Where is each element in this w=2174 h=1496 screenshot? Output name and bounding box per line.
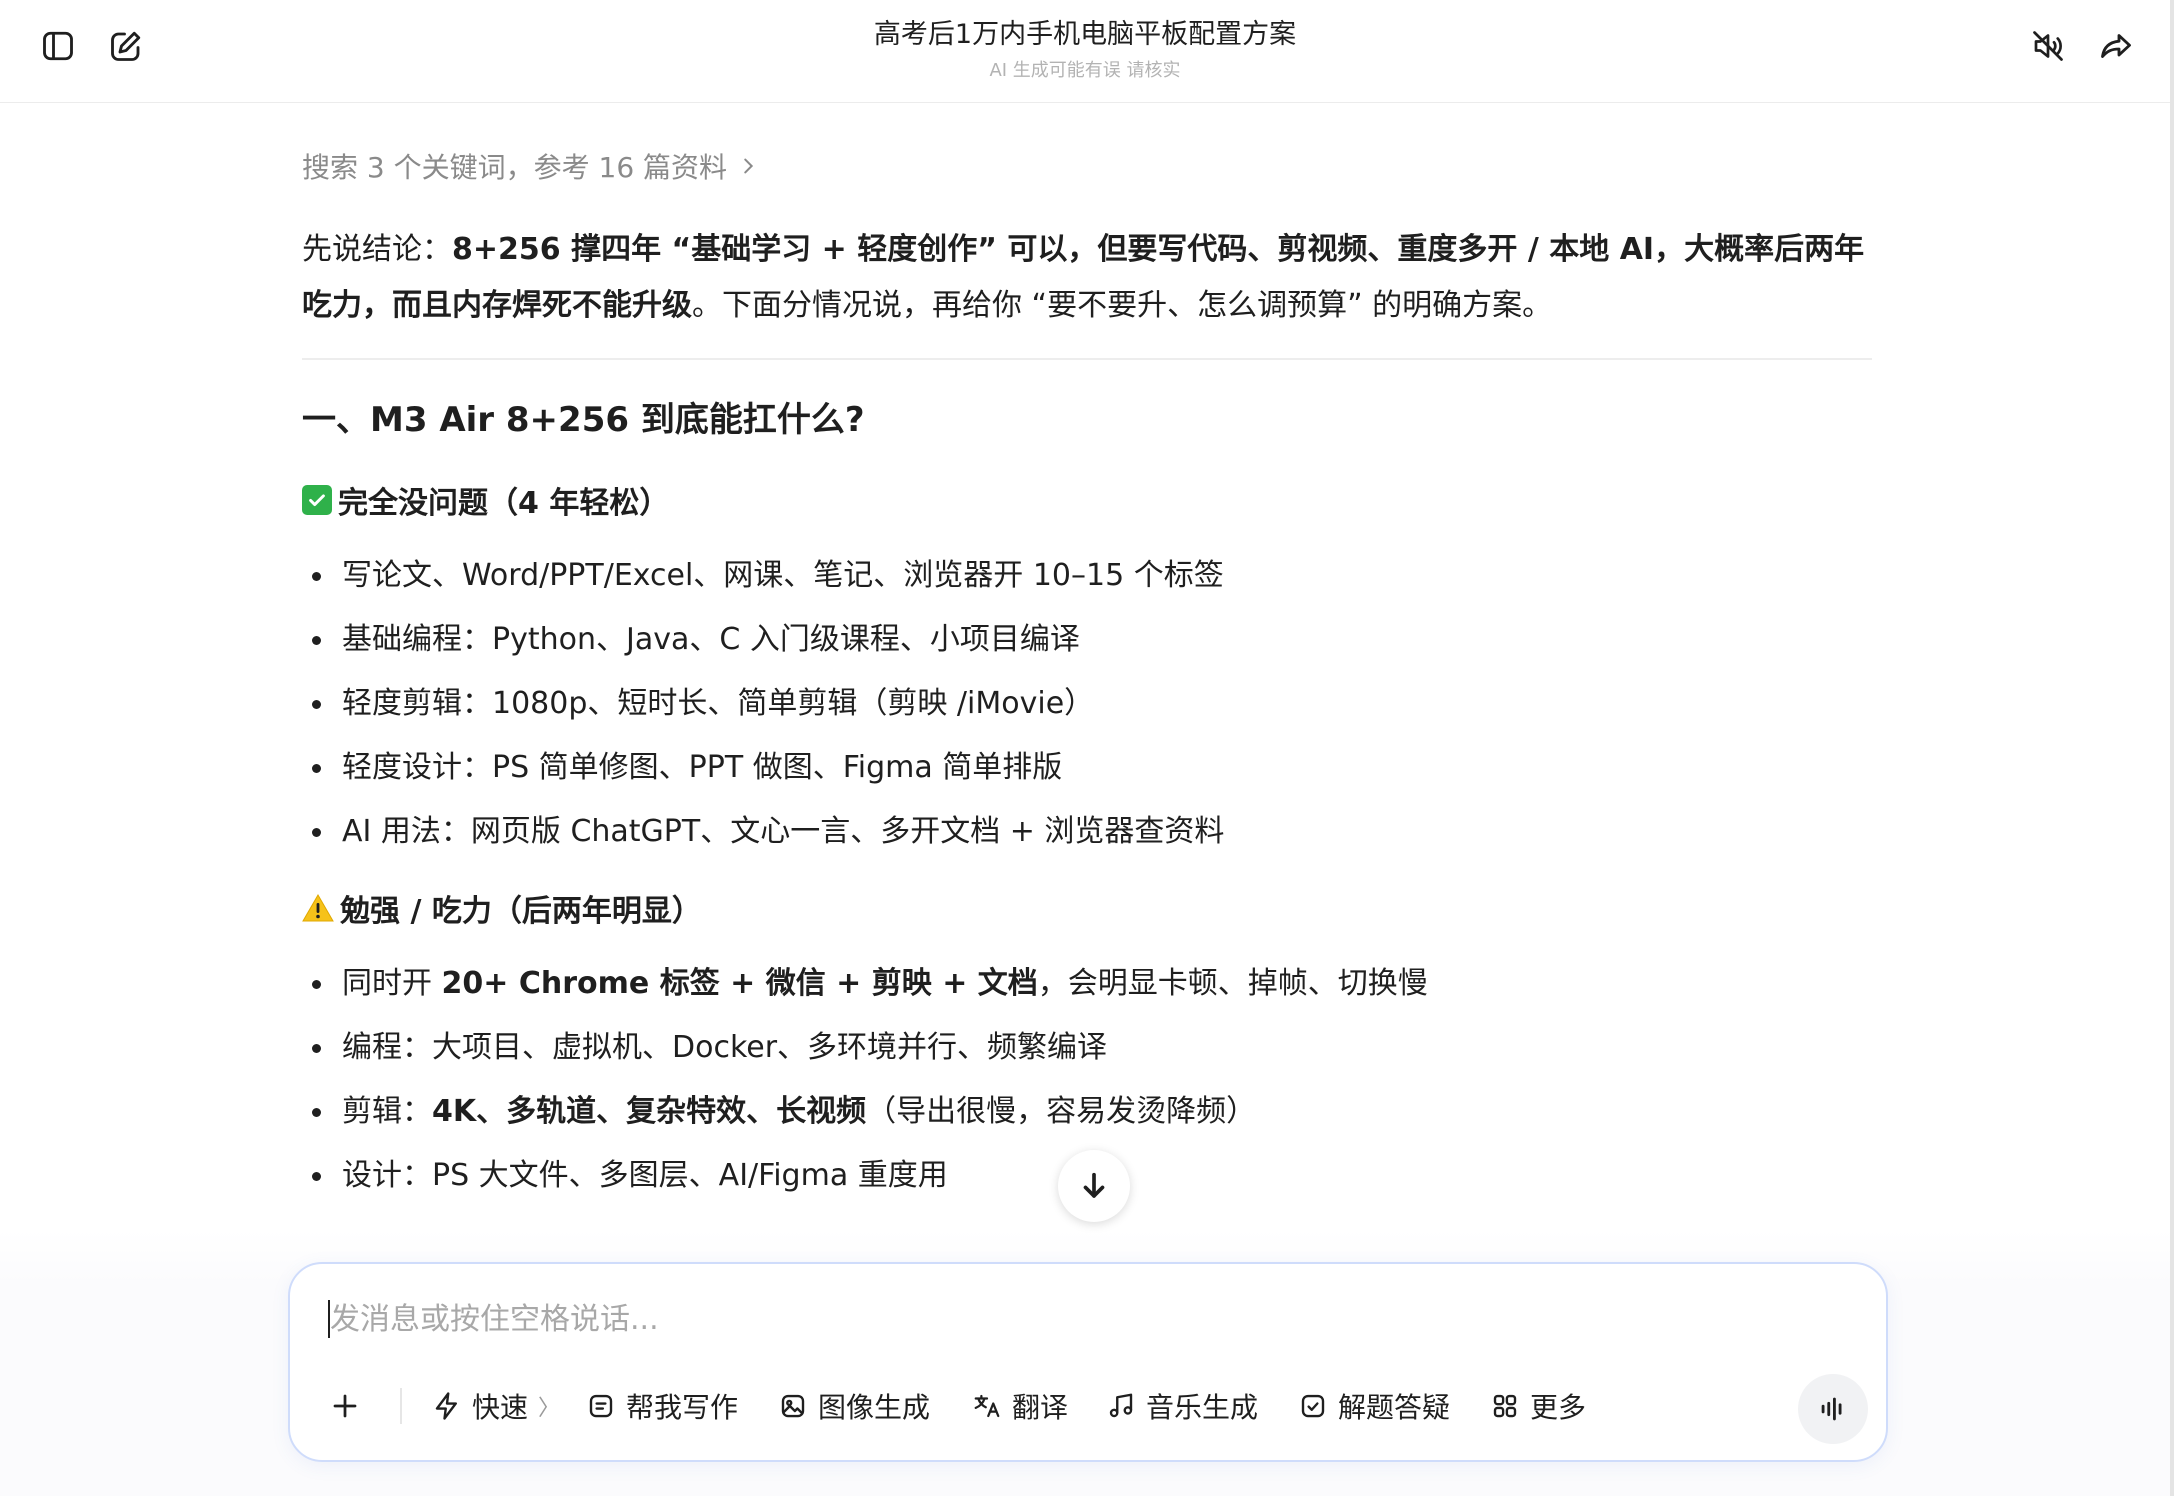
document-icon — [589, 1394, 613, 1418]
ok-group-title: 完全没问题（4 年轻松） — [338, 486, 670, 521]
share-button[interactable] — [2088, 18, 2144, 74]
ok-group-heading: 完全没问题（4 年轻松） — [302, 478, 1872, 522]
conclusion-suffix: 。下面分情况说，再给你 “要不要升、怎么调预算” 的明确方案。 — [692, 288, 1553, 323]
bottom-strip — [0, 1480, 2170, 1496]
translate-button[interactable]: 翻译 — [972, 1374, 1068, 1438]
speaker-muted-icon — [2033, 31, 2063, 61]
search-summary-link[interactable]: 搜索 3 个关键词，参考 16 篇资料 — [302, 146, 1872, 186]
add-attachment-button[interactable] — [330, 1374, 360, 1438]
message-input[interactable] — [328, 1294, 1832, 1344]
check-mark-icon — [302, 485, 332, 515]
divider — [302, 358, 1872, 360]
warn-group-heading: 勉强 / 吃力（后两年明显） — [302, 886, 1872, 930]
speed-mode-button[interactable]: 快速 〉 — [432, 1374, 560, 1438]
mute-button[interactable] — [2020, 18, 2076, 74]
ok-list: 写论文、Word/PPT/Excel、网课、笔记、浏览器开 10–15 个标签 … — [302, 544, 1872, 864]
list-item: 编程：大项目、虚拟机、Docker、多环境并行、频繁编译 — [302, 1016, 1872, 1080]
voice-wave-icon — [1821, 1397, 1842, 1421]
grid-icon — [1493, 1394, 1517, 1418]
share-icon — [2101, 34, 2131, 58]
list-item: 剪辑：4K、多轨道、复杂特效、长视频（导出很慢，容易发烫降频） — [302, 1080, 1872, 1144]
list-item: 轻度设计：PS 简单修图、PPT 做图、Figma 简单排版 — [302, 736, 1872, 800]
text-caret — [328, 1300, 330, 1338]
translate-icon — [974, 1394, 1000, 1418]
warn-group-title: 勉强 / 吃力（后两年明显） — [340, 894, 702, 929]
ai-disclaimer: AI 生成可能有误 请核实 — [989, 60, 1181, 81]
plus-icon — [333, 1394, 357, 1418]
music-generation-button[interactable]: 音乐生成 — [1106, 1374, 1258, 1438]
warning-icon — [302, 893, 334, 922]
image-icon — [781, 1394, 805, 1418]
arrow-down-icon — [1083, 1172, 1105, 1198]
lightning-icon — [435, 1392, 457, 1420]
toolbar-divider — [400, 1388, 402, 1424]
chevron-right-icon: 〉 — [538, 1396, 561, 1421]
music-note-icon — [1109, 1393, 1133, 1418]
conclusion-paragraph: 先说结论：8+256 撑四年 “基础学习 + 轻度创作” 可以，但要写代码、剪视… — [302, 222, 1872, 334]
image-generation-button[interactable]: 图像生成 — [778, 1374, 930, 1438]
list-item: 基础编程：Python、Java、C 入门级课程、小项目编译 — [302, 608, 1872, 672]
check-box-icon — [1301, 1394, 1325, 1418]
search-summary-text: 搜索 3 个关键词，参考 16 篇资料 — [302, 151, 728, 184]
assistant-message: 搜索 3 个关键词，参考 16 篇资料 先说结论：8+256 撑四年 “基础学习… — [302, 102, 1872, 1208]
conclusion-prefix: 先说结论： — [302, 232, 452, 267]
list-item: 同时开 20+ Chrome 标签 + 微信 + 剪映 + 文档，会明显卡顿、掉… — [302, 952, 1872, 1016]
chevron-right-icon — [744, 158, 754, 174]
list-item: AI 用法：网页版 ChatGPT、文心一言、多开文档 + 浏览器查资料 — [302, 800, 1872, 864]
list-item: 写论文、Word/PPT/Excel、网课、笔记、浏览器开 10–15 个标签 — [302, 544, 1872, 608]
top-bar: 高考后1万内手机电脑平板配置方案 AI 生成可能有误 请核实 — [0, 0, 2170, 103]
voice-input-button[interactable] — [1798, 1374, 1868, 1444]
list-item: 轻度剪辑：1080p、短时长、简单剪辑（剪映 /iMovie） — [302, 672, 1872, 736]
section-heading: 一、M3 Air 8+256 到底能扛什么? — [302, 400, 865, 440]
chat-title[interactable]: 高考后1万内手机电脑平板配置方案 — [0, 12, 2170, 51]
window-edge — [2170, 0, 2174, 1496]
scroll-to-bottom-button[interactable] — [1058, 1150, 1130, 1222]
writing-assist-button[interactable]: 帮我写作 — [586, 1374, 738, 1438]
more-tools-button[interactable]: 更多 — [1490, 1374, 1586, 1438]
homework-help-button[interactable]: 解题答疑 — [1298, 1374, 1450, 1438]
composer-toolbar: 快速 〉 帮我写作 图像生成 翻译 音乐生成 解题答疑 更多 — [290, 1374, 1886, 1444]
message-composer: 快速 〉 帮我写作 图像生成 翻译 音乐生成 解题答疑 更多 — [288, 1262, 1888, 1462]
